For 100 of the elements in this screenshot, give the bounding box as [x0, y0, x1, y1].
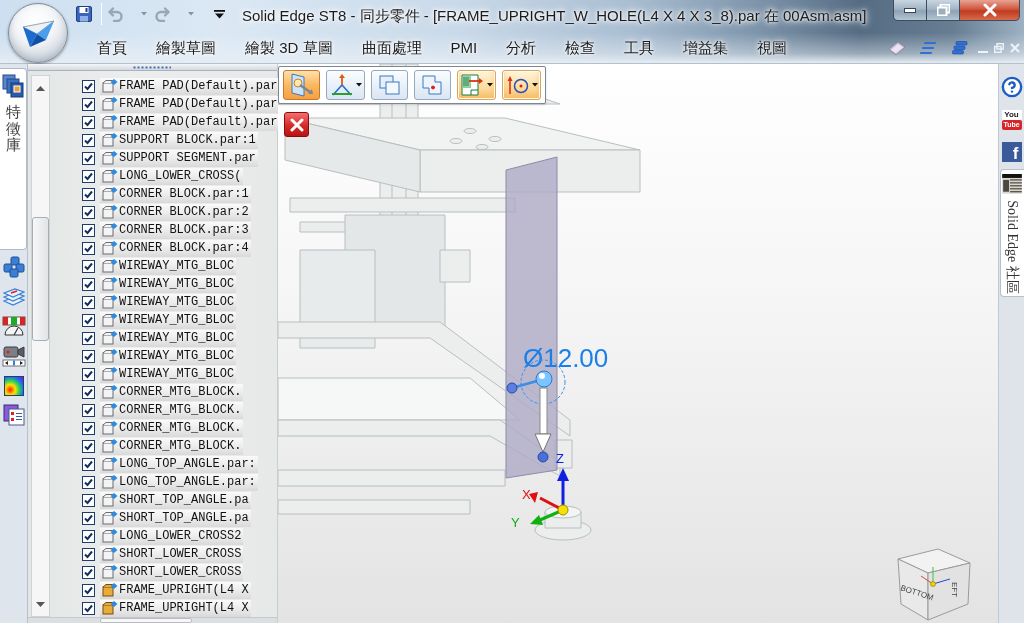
- checkbox[interactable]: [82, 583, 95, 597]
- checkbox[interactable]: [82, 313, 95, 327]
- scroll-down-icon[interactable]: [36, 601, 45, 607]
- tree-item[interactable]: FRAME_UPRIGHT(L4 X: [100, 581, 251, 599]
- tree-item[interactable]: FRAME PAD(Default).par: [100, 77, 280, 95]
- checkbox[interactable]: [82, 115, 95, 129]
- checkbox[interactable]: [82, 331, 95, 345]
- tree-item[interactable]: SHORT_LOWER_CROSS: [100, 545, 244, 563]
- tree-item[interactable]: LONG_TOP_ANGLE.par:: [100, 455, 258, 473]
- tree-item[interactable]: LONG_LOWER_CROSS2: [100, 527, 244, 545]
- tree-item[interactable]: WIREWAY_MTG_BLOC: [100, 293, 237, 311]
- vertical-scrollbar[interactable]: [31, 75, 50, 617]
- checkbox[interactable]: [82, 205, 95, 219]
- tree-item[interactable]: CORNER_MTG_BLOCK.: [100, 401, 244, 419]
- ribbon-tab[interactable]: 增益集: [683, 37, 729, 60]
- ribbon-tab[interactable]: 視圖: [757, 37, 788, 60]
- checkbox[interactable]: [82, 187, 95, 201]
- checkbox[interactable]: [82, 169, 95, 183]
- customize-menu-icon[interactable]: [214, 9, 225, 19]
- tree-item[interactable]: CORNER_MTG_BLOCK.: [100, 383, 244, 401]
- ribbon-tab[interactable]: 檢查: [565, 37, 596, 60]
- tree-item[interactable]: LONG_TOP_ANGLE.par:: [100, 473, 258, 491]
- horizontal-scrollbar[interactable]: [28, 617, 277, 623]
- ribbon-tab[interactable]: PMI: [450, 37, 478, 60]
- tree-item[interactable]: CORNER BLOCK.par:4: [100, 239, 251, 257]
- checkbox[interactable]: [82, 223, 95, 237]
- ribbon-tab[interactable]: 曲面處理: [361, 37, 422, 60]
- tree-item[interactable]: FRAME_UPRIGHT(L4 X: [100, 599, 251, 617]
- tree-item[interactable]: SHORT_TOP_ANGLE.pa: [100, 509, 251, 527]
- restore-button[interactable]: [927, 0, 960, 21]
- color-list-icon[interactable]: [2, 404, 25, 426]
- application-menu-button[interactable]: [8, 3, 68, 63]
- checkbox[interactable]: [82, 403, 95, 417]
- tree-item[interactable]: WIREWAY_MTG_BLOC: [100, 347, 237, 365]
- caret-icon[interactable]: [356, 83, 362, 87]
- scroll-up-icon[interactable]: [36, 85, 45, 91]
- checkbox[interactable]: [82, 385, 95, 399]
- ribbon-tab[interactable]: 首頁: [97, 37, 127, 60]
- stacked-lines-icon[interactable]: [952, 41, 968, 56]
- tree-item[interactable]: LONG_LOWER_CROSS(: [100, 167, 244, 185]
- ribbon-tab[interactable]: 繪製 3D 草圖: [245, 37, 333, 60]
- caret-icon[interactable]: [487, 83, 493, 87]
- ribbon-tab[interactable]: 繪製草圖: [156, 37, 216, 60]
- stacked-lines-icon[interactable]: [920, 41, 936, 56]
- checkbox[interactable]: [82, 133, 95, 147]
- tree-item[interactable]: WIREWAY_MTG_BLOC: [100, 275, 237, 293]
- panel-grip-bar[interactable]: [28, 64, 277, 71]
- checkbox[interactable]: [82, 421, 95, 435]
- checkbox[interactable]: [82, 349, 95, 363]
- command-button[interactable]: [326, 70, 365, 100]
- scrollbar-thumb[interactable]: [32, 217, 49, 341]
- grip-handle-icon[interactable]: [133, 65, 171, 69]
- tree-item[interactable]: SHORT_TOP_ANGLE.pa: [100, 491, 251, 509]
- side-tab[interactable]: 特徵庫: [0, 68, 27, 250]
- tree-item[interactable]: WIREWAY_MTG_BLOC: [100, 311, 237, 329]
- layers-icon[interactable]: [2, 286, 25, 308]
- checkbox[interactable]: [82, 295, 95, 309]
- minimize-button[interactable]: [893, 0, 927, 21]
- checkbox[interactable]: [82, 547, 95, 561]
- tree-item[interactable]: CORNER BLOCK.par:2: [100, 203, 251, 221]
- checkbox[interactable]: [82, 457, 95, 471]
- blocks-icon[interactable]: [2, 256, 25, 278]
- tree-item[interactable]: CORNER BLOCK.par:3: [100, 221, 251, 239]
- checkbox[interactable]: [82, 529, 95, 543]
- checkbox[interactable]: [82, 475, 95, 489]
- ribbon-tab[interactable]: 分析: [506, 37, 537, 60]
- checkbox[interactable]: [82, 439, 95, 453]
- checkbox[interactable]: [82, 601, 95, 615]
- checkbox[interactable]: [82, 151, 95, 165]
- tree-item[interactable]: WIREWAY_MTG_BLOC: [100, 365, 237, 383]
- help-icon[interactable]: [1000, 76, 1023, 98]
- command-button[interactable]: [502, 70, 541, 100]
- tree-item[interactable]: FRAME PAD(Default).par: [100, 95, 280, 113]
- checkbox[interactable]: [82, 97, 95, 111]
- close-button[interactable]: [960, 0, 1020, 21]
- book-icon[interactable]: [888, 40, 906, 56]
- checkbox[interactable]: [82, 493, 95, 507]
- view-cube[interactable]: [897, 548, 971, 621]
- gauge-icon[interactable]: [1, 316, 26, 336]
- camera-icon[interactable]: [1, 344, 26, 368]
- tree-item[interactable]: FRAME PAD(Default).par: [100, 113, 280, 131]
- tree-item[interactable]: CORNER_MTG_BLOCK.: [100, 419, 244, 437]
- checkbox[interactable]: [82, 511, 95, 525]
- checkbox[interactable]: [82, 79, 95, 93]
- checkbox[interactable]: [82, 259, 95, 273]
- caret-icon[interactable]: [532, 83, 538, 87]
- tree-item[interactable]: SUPPORT BLOCK.par:1: [100, 131, 258, 149]
- checkbox[interactable]: [82, 277, 95, 291]
- tree-item[interactable]: SHORT_LOWER_CROSS: [100, 563, 244, 581]
- community-tab[interactable]: Solid Edge 社區: [999, 169, 1024, 297]
- tree-item[interactable]: CORNER_MTG_BLOCK.: [100, 437, 244, 455]
- tree-item[interactable]: SUPPORT SEGMENT.par: [100, 149, 258, 167]
- checkbox[interactable]: [82, 367, 95, 381]
- cancel-button[interactable]: [284, 112, 309, 137]
- checkbox[interactable]: [82, 565, 95, 579]
- tree-item[interactable]: CORNER BLOCK.par:1: [100, 185, 251, 203]
- heat-map-icon[interactable]: [3, 376, 24, 396]
- ribbon-tab[interactable]: 工具: [624, 37, 655, 60]
- checkbox[interactable]: [82, 241, 95, 255]
- command-button[interactable]: [457, 70, 496, 100]
